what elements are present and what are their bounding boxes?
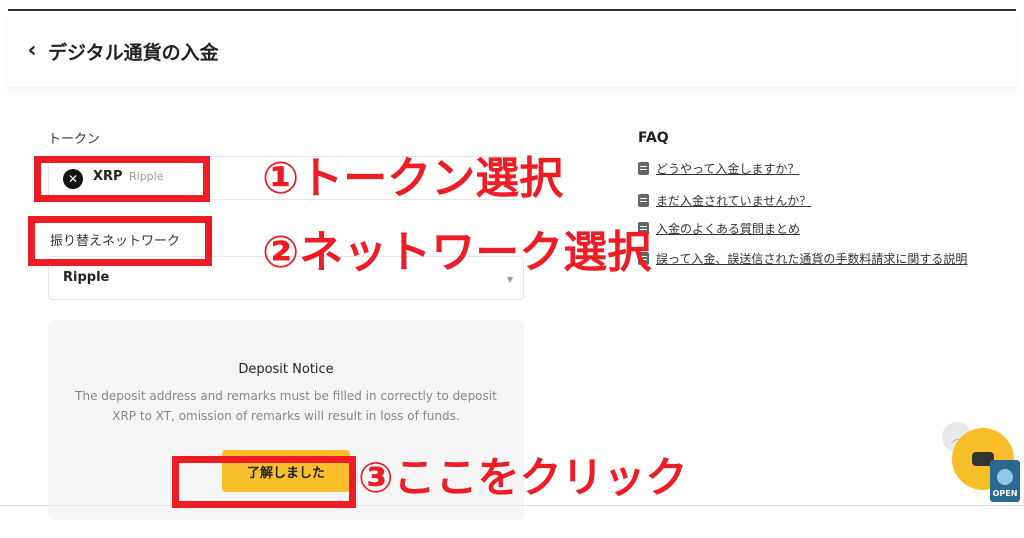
chevron-left-icon[interactable]: ‹	[22, 38, 42, 63]
token-label: トークン	[48, 132, 101, 147]
notice-text: The deposit address and remarks must be …	[75, 389, 497, 423]
annotation-step1: ①トークン選択	[262, 153, 564, 204]
faq-item-label: まだ入金されていませんか？	[656, 194, 812, 208]
page-header: ‹ デジタル通貨の入金	[8, 12, 1016, 88]
open-badge[interactable]: OPEN	[990, 460, 1020, 502]
top-divider	[8, 9, 1016, 11]
bottom-divider	[0, 505, 1024, 506]
annotation-box-token	[34, 156, 210, 202]
annotation-box-network	[28, 216, 212, 266]
notice-title: Deposit Notice	[238, 362, 334, 377]
document-icon	[638, 162, 649, 175]
faq-item[interactable]: 誤って入金、誤送信された通貨の手数料請求に関する説明	[638, 250, 967, 267]
annotation-step3: ③ここをクリック	[358, 453, 688, 502]
faq-title: FAQ	[638, 130, 669, 146]
annotation-box-button	[172, 456, 356, 508]
open-label: OPEN	[992, 489, 1018, 498]
faq-item[interactable]: 入金のよくある質問まとめ	[638, 220, 800, 237]
document-icon	[638, 194, 649, 207]
logo-icon	[997, 469, 1013, 485]
faq-item-label: 誤って入金、誤送信された通貨の手数料請求に関する説明	[656, 252, 968, 266]
annotation-step2: ②ネットワーク選択	[262, 227, 652, 278]
page-title: デジタル通貨の入金	[48, 42, 219, 64]
faq-item[interactable]: どうやって入金しますか？	[638, 160, 799, 177]
faq-item-label: どうやって入金しますか？	[656, 162, 800, 176]
faq-item-label: 入金のよくある質問まとめ	[656, 222, 801, 236]
network-value: Ripple	[63, 270, 110, 285]
faq-item[interactable]: まだ入金されていませんか？	[638, 192, 811, 209]
